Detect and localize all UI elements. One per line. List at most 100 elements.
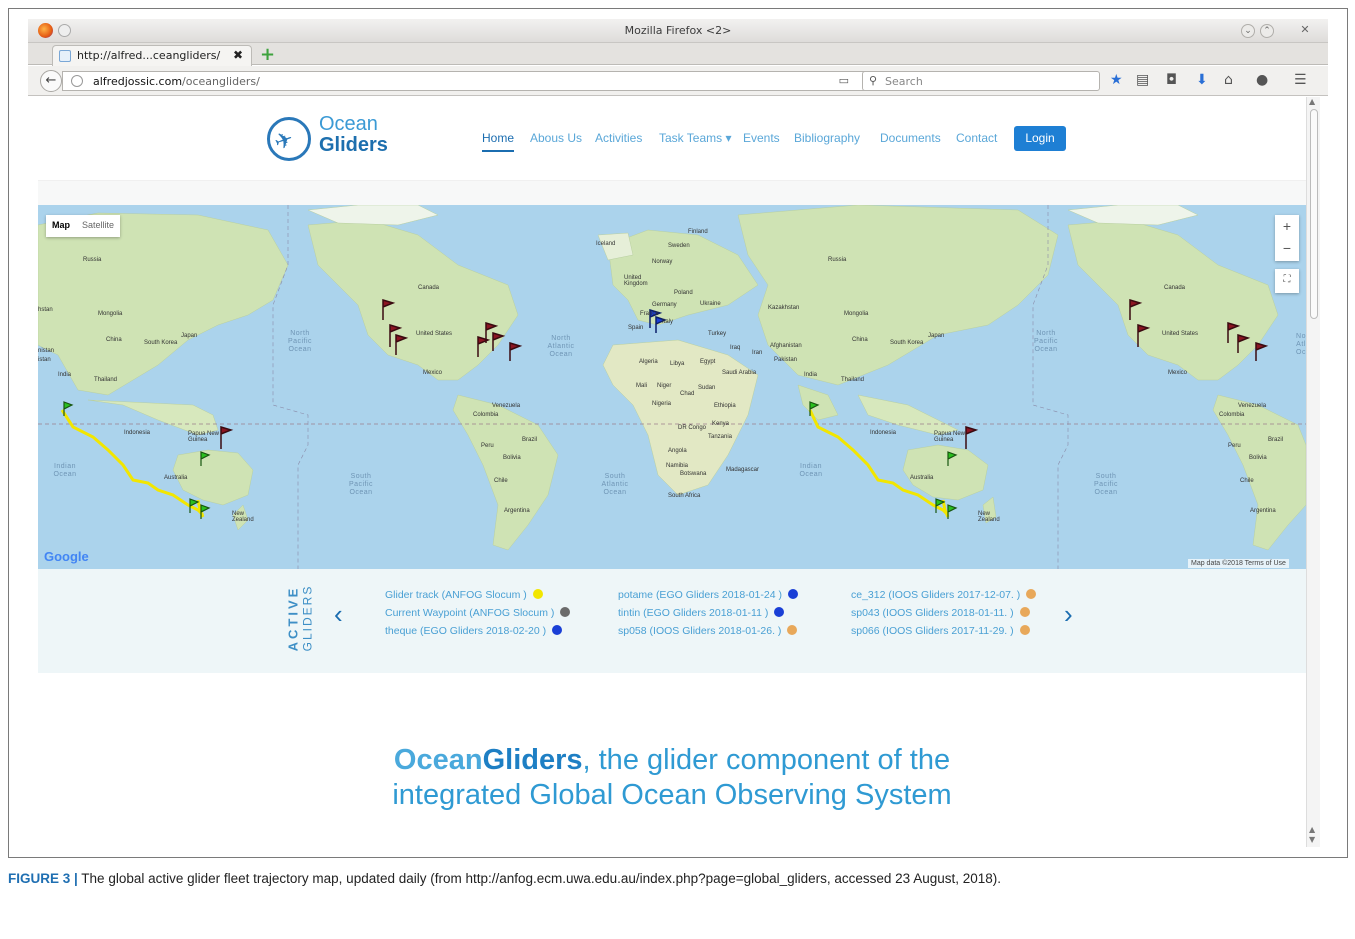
figure-number: FIGURE 3 | xyxy=(8,871,78,886)
logo-text-gliders[interactable]: Gliders xyxy=(319,134,388,157)
label-united-kingdom: United Kingdom xyxy=(624,275,648,287)
map-credit[interactable]: Map data ©2018 Terms of Use xyxy=(1188,559,1289,568)
glider-color-dot xyxy=(560,607,571,617)
label-spain: Spain xyxy=(628,325,644,331)
label-indonesia: Indonesia xyxy=(870,430,897,436)
glider-color-dot xyxy=(787,625,798,635)
glider-legend-item[interactable]: sp043 (IOOS Gliders 2018-01-11. ) xyxy=(851,607,1036,625)
bookmark-star-icon[interactable]: ★ xyxy=(1110,72,1123,88)
glider-legend-item[interactable]: Glider track (ANFOG Slocum ) xyxy=(385,589,570,607)
page-favicon-icon xyxy=(59,50,71,62)
label-iceland: Iceland xyxy=(596,241,616,247)
nav-activities[interactable]: Activities xyxy=(595,131,642,145)
page-viewport: ✈ Ocean Gliders Home Abous Us Activities… xyxy=(38,97,1306,847)
bookmarks-list-icon[interactable]: ▤ xyxy=(1136,72,1149,88)
nav-documents[interactable]: Documents xyxy=(880,131,941,145)
zoom-in-button[interactable]: + xyxy=(1275,215,1299,237)
glider-legend-item[interactable]: sp066 (IOOS Gliders 2017-11-29. ) xyxy=(851,625,1036,643)
glider-legend-item[interactable]: ce_312 (IOOS Gliders 2017-12-07. ) xyxy=(851,589,1037,607)
label-kazakhstan: Kazakhstan xyxy=(768,305,800,311)
glider-legend-item[interactable]: potame (EGO Gliders 2018-01-24 ) xyxy=(618,589,798,607)
gliders-prev-chevron-icon[interactable]: ‹ xyxy=(334,599,343,630)
label-china: China xyxy=(106,337,122,343)
nav-task-teams[interactable]: Task Teams ▾ xyxy=(659,131,732,145)
label-venezuela: Venezuela xyxy=(1238,403,1267,409)
glider-color-dot xyxy=(1026,589,1037,599)
label-stan-fragment: istan xyxy=(38,357,51,363)
label-kenya: Kenya xyxy=(712,421,730,427)
label-united-states: United States xyxy=(416,331,453,337)
nav-home[interactable]: Home xyxy=(482,131,515,152)
glider-legend-item[interactable]: theque (EGO Gliders 2018-02-20 ) xyxy=(385,625,570,643)
tagline-rest: , the glider component of the xyxy=(582,744,951,776)
active-label: ACTIVE xyxy=(285,585,301,652)
label-north-atlantic-ocean: North Atlantic Ocean xyxy=(547,335,575,358)
login-button[interactable]: Login xyxy=(1014,126,1066,151)
google-logo: Google xyxy=(44,549,89,564)
maximize-icon[interactable]: ⌃ xyxy=(1260,24,1274,38)
search-input[interactable]: ⚲ Search xyxy=(862,71,1100,91)
active-gliders-panel: ACTIVE GLIDERS ‹ Glider track (ANFOG Slo… xyxy=(38,569,1306,673)
new-tab-icon[interactable]: + xyxy=(260,44,275,65)
scrollbar-thumb[interactable] xyxy=(1310,109,1318,319)
label-iraq: Iraq xyxy=(730,345,741,351)
label-algeria: Algeria xyxy=(639,359,658,365)
page-scrollbar[interactable]: ▲ ▲ ▼ xyxy=(1306,97,1320,847)
label-russia: Russia xyxy=(83,257,102,263)
land-old-world xyxy=(597,205,1059,524)
label-brazil: Brazil xyxy=(522,437,538,443)
map-type-satellite[interactable]: Satellite xyxy=(76,215,120,235)
nav-about-us[interactable]: Abous Us xyxy=(530,131,582,145)
hero-tagline: OceanGliders, the glider component of th… xyxy=(38,743,1306,813)
back-arrow-icon[interactable]: ← xyxy=(40,70,62,92)
fullscreen-icon[interactable]: ⛶ xyxy=(1275,269,1299,293)
label-finland: Finland xyxy=(688,229,708,235)
label-north-pacific-ocean: North Pacific Ocean xyxy=(1033,330,1059,353)
gliders-column-3: ce_312 (IOOS Gliders 2017-12-07. ) sp043… xyxy=(851,589,1037,643)
browser-tab[interactable]: http://alfred...ceangliders/ ✖ xyxy=(52,45,252,66)
glider-legend-item[interactable]: sp058 (IOOS Gliders 2018-01-26. ) xyxy=(618,625,798,643)
url-bar[interactable]: alfredjossic.com/oceangliders/ ▭ ↻ xyxy=(62,71,886,91)
label-south-africa: South Africa xyxy=(668,493,701,499)
label-chile: Chile xyxy=(1240,478,1254,484)
scroll-up-icon[interactable]: ▲ xyxy=(1309,97,1315,106)
label-peru: Peru xyxy=(1228,443,1241,449)
caption-text: The global active glider fleet trajector… xyxy=(77,871,1002,886)
glider-legend-item[interactable]: tintin (EGO Gliders 2018-01-11 ) xyxy=(618,607,798,625)
nav-contact[interactable]: Contact xyxy=(956,131,997,145)
glider-color-dot xyxy=(788,589,798,599)
label-north-pacific-ocean: North Pacific Ocean xyxy=(287,330,313,353)
close-window-icon[interactable]: ✕ xyxy=(1298,24,1312,38)
chat-icon[interactable]: ● xyxy=(1256,72,1268,88)
logo-text-ocean[interactable]: Ocean xyxy=(319,113,378,136)
nav-bibliography[interactable]: Bibliography xyxy=(794,131,860,145)
label-mongolia: Mongolia xyxy=(98,311,123,317)
pocket-icon[interactable]: ◘ xyxy=(1166,72,1177,88)
label-mexico: Mexico xyxy=(1168,370,1188,376)
hamburger-menu-icon[interactable]: ☰ xyxy=(1294,72,1307,88)
ocean-gliders-logo[interactable]: ✈ xyxy=(267,117,311,161)
downloads-icon[interactable]: ⬇ xyxy=(1196,72,1208,88)
label-dr-congo: DR Congo xyxy=(678,425,707,431)
minimize-icon[interactable]: ⌄ xyxy=(1241,24,1255,38)
label-afghanistan: Afghanistan xyxy=(770,343,802,349)
label-papua-new-guinea: Papua New Guinea xyxy=(934,431,966,443)
gliders-label: GLIDERS xyxy=(300,584,315,652)
tab-close-icon[interactable]: ✖ xyxy=(233,48,243,62)
site-info-icon[interactable] xyxy=(71,75,83,87)
glider-trajectory-map[interactable]: Russia Russia Mongolia Mongolia China Ch… xyxy=(38,205,1306,569)
scroll-up-icon[interactable]: ▲ xyxy=(1309,825,1315,834)
scroll-down-icon[interactable]: ▼ xyxy=(1309,835,1315,844)
map-type-map[interactable]: Map xyxy=(46,215,76,235)
tab-strip: http://alfred...ceangliders/ ✖ + xyxy=(28,43,1328,66)
label-north-atlantic-fragment: No Atl Oc xyxy=(1296,333,1306,356)
label-thailand: Thailand xyxy=(94,377,118,383)
gliders-next-chevron-icon[interactable]: › xyxy=(1064,599,1073,630)
home-icon[interactable]: ⌂ xyxy=(1224,72,1233,88)
nav-events[interactable]: Events xyxy=(743,131,780,145)
site-header: ✈ Ocean Gliders Home Abous Us Activities… xyxy=(38,97,1306,181)
reader-view-icon[interactable]: ▭ xyxy=(839,74,849,87)
zoom-out-button[interactable]: − xyxy=(1275,237,1299,259)
glider-legend-item[interactable]: Current Waypoint (ANFOG Slocum ) xyxy=(385,607,571,625)
glider-legend-label: tintin (EGO Gliders 2018-01-11 ) xyxy=(618,607,769,619)
